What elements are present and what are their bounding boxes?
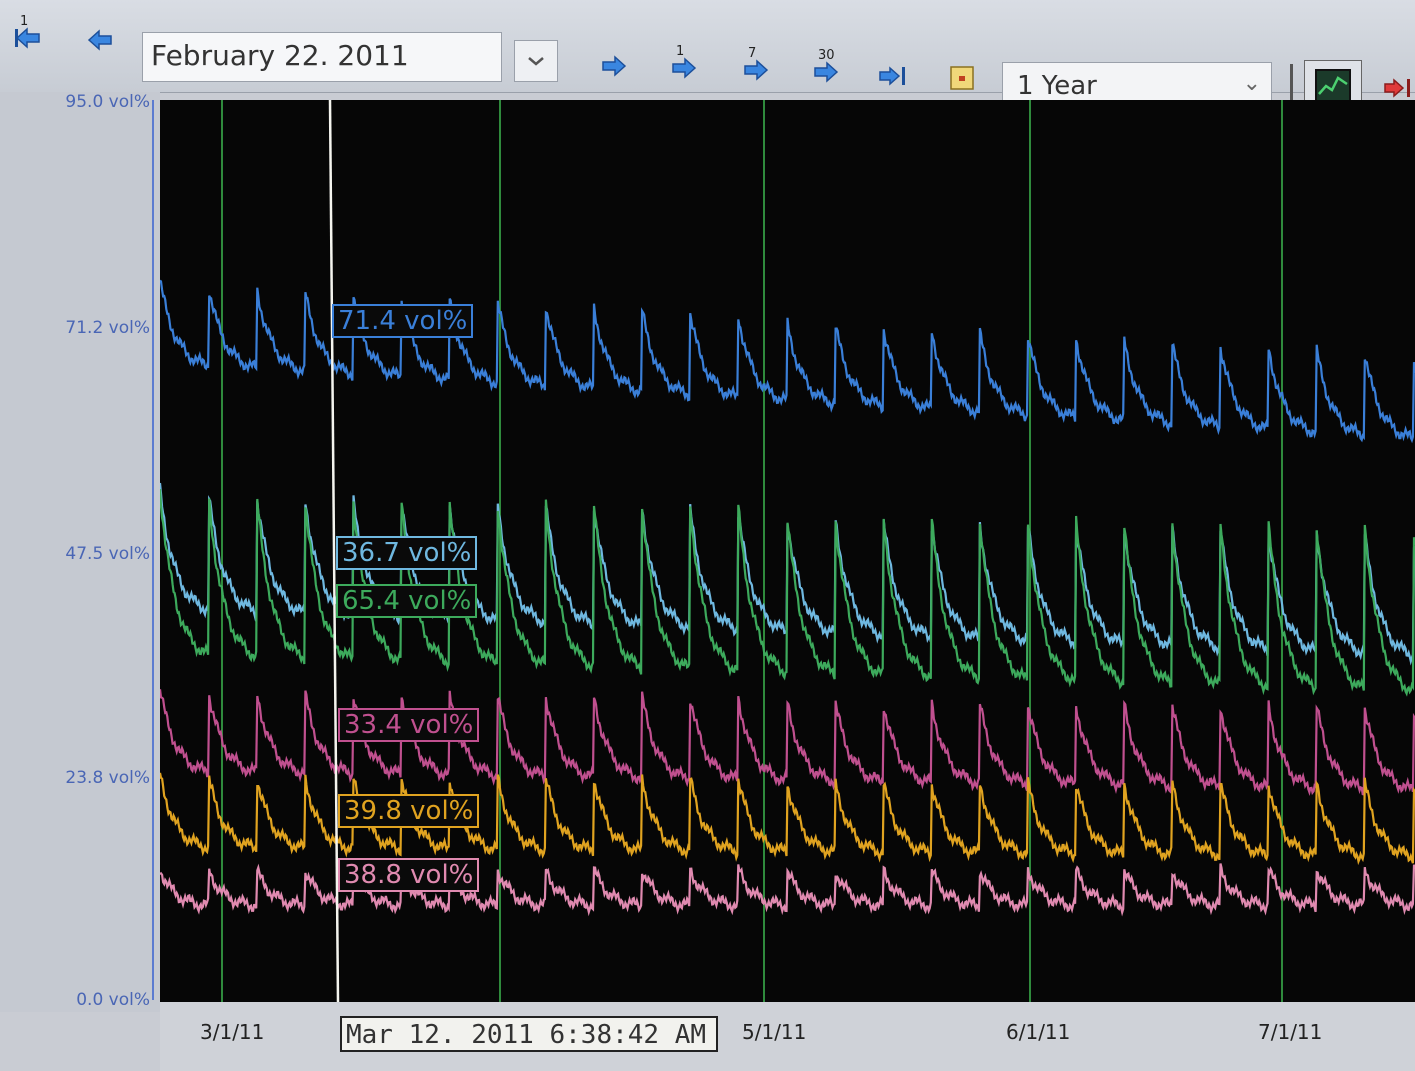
step-label: 1 [20,14,29,29]
date-field[interactable]: February 22. 2011 [142,32,502,82]
red-arrow-icon [1384,78,1410,98]
step-label: 30 [818,48,835,63]
cursor-time-label: Mar 12. 2011 6:38:42 AM [340,1016,718,1052]
x-tick-label: 6/1/11 [1006,1020,1071,1044]
series-value-label: 36.7 vol% [336,536,478,570]
series-value-label: 71.4 vol% [332,304,474,338]
y-tick-label: 23.8 vol% [65,768,150,788]
left-arrow-icon [87,29,112,51]
y-axis-line [152,100,154,1000]
y-tick-label: 47.5 vol% [65,544,150,564]
y-axis-panel: 95.0 vol% 71.2 vol% 47.5 vol% 23.8 vol% … [0,92,160,1012]
y-tick-label: 0.0 vol% [76,990,150,1010]
series-value-label: 33.4 vol% [338,708,480,742]
x-tick-label: 3/1/11 [200,1020,265,1044]
series-value-label: 38.8 vol% [338,858,480,892]
x-tick-label: 7/1/11 [1258,1020,1323,1044]
step-label: 7 [748,46,757,61]
calendar-icon [950,66,974,90]
forward-7-day-button[interactable]: 7 [734,46,778,92]
chevron-down-icon [528,57,544,66]
step-label: 1 [676,44,685,59]
trend-chart-plot[interactable]: 71.4 vol% 36.7 vol% 65.4 vol% 33.4 vol% … [160,100,1415,1002]
series-value-label: 65.4 vol% [336,584,478,618]
time-range-value: 1 Year [1017,71,1097,101]
toolbar: 1 February 22. 2011 1 7 30 1 Year ⌄ [0,0,1415,114]
date-dropdown-button[interactable] [514,40,558,82]
right-arrow-icon [602,55,627,77]
right-arrow-end-icon [879,66,905,86]
forward-button[interactable] [592,44,636,88]
chevron-down-icon: ⌄ [1242,71,1261,96]
back-button[interactable] [78,18,122,62]
calendar-button[interactable] [940,56,984,100]
series-value-label: 39.8 vol% [338,794,480,828]
forward-30-day-button[interactable]: 30 [804,48,848,94]
first-page-button[interactable]: 1 [6,14,50,60]
x-tick-label: 5/1/11 [742,1020,807,1044]
forward-1-day-button[interactable]: 1 [662,44,706,90]
y-tick-label: 95.0 vol% [65,92,150,112]
y-tick-label: 71.2 vol% [65,318,150,338]
go-to-end-button[interactable] [870,54,914,98]
